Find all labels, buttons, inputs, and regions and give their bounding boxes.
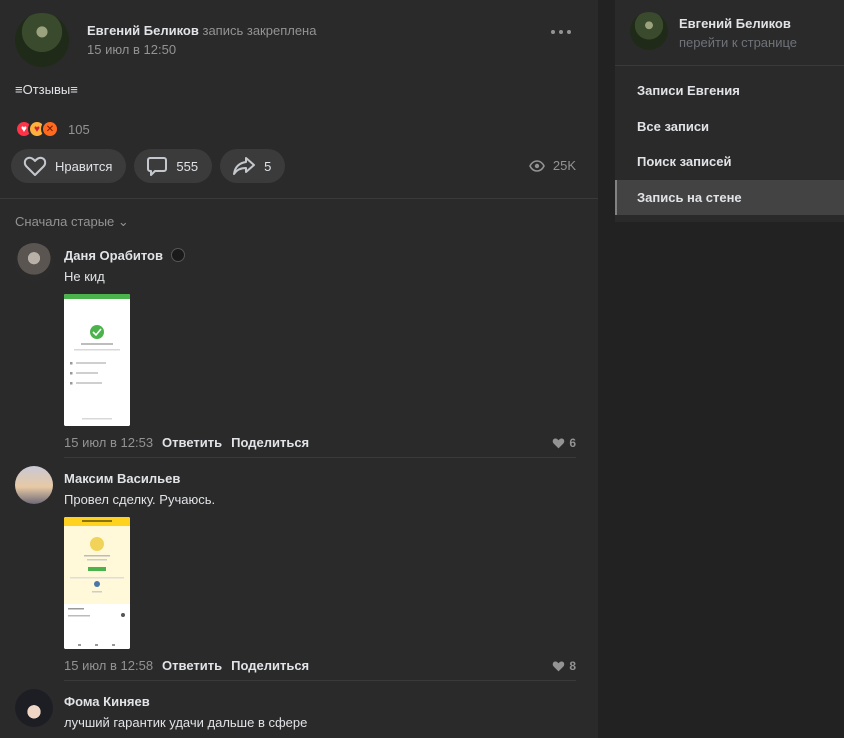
post-header: Евгений Беликов запись закреплена 15 июл…	[15, 13, 583, 69]
heart-icon	[23, 156, 47, 176]
commenter-name[interactable]: Фома Киняев	[64, 694, 150, 709]
comments-count: 555	[176, 158, 199, 174]
comments-button[interactable]: 555	[134, 149, 213, 183]
share-icon	[233, 157, 256, 175]
sidebar-item-search-posts[interactable]: Поиск записей	[615, 144, 844, 179]
chevron-down-icon: ⌄	[117, 214, 129, 229]
comment-attachment-image[interactable]	[64, 294, 130, 426]
payment-screenshot	[64, 294, 130, 426]
comment-date[interactable]: 15 июл в 12:58	[64, 658, 153, 673]
heart-icon	[553, 661, 565, 672]
comment-separator	[64, 457, 576, 458]
comment-text: Не кид	[64, 269, 105, 284]
reply-button[interactable]: Ответить	[162, 658, 222, 673]
views-counter: 25K	[528, 158, 576, 173]
angry-reaction-icon: ✕	[41, 120, 59, 138]
share-comment-button[interactable]: Поделиться	[231, 658, 309, 673]
author-line: Евгений Беликов запись закреплена	[87, 23, 316, 38]
reply-button[interactable]: Ответить	[162, 435, 222, 450]
commenter-avatar[interactable]	[15, 689, 53, 727]
comment-meta: 15 июл в 12:53 Ответить Поделиться	[64, 435, 309, 450]
comment-like-button[interactable]: 8	[552, 659, 576, 673]
post-text: ≡Отзывы≡	[15, 82, 78, 97]
views-count: 25K	[552, 158, 576, 173]
share-comment-button[interactable]: Поделиться	[231, 435, 309, 450]
bomb-emoji-icon	[170, 248, 185, 262]
sidebar-author-name: Евгений Беликов	[679, 16, 791, 31]
comment-icon	[147, 157, 168, 176]
commenter-name[interactable]: Максим Васильев	[64, 471, 180, 486]
author-avatar[interactable]	[15, 13, 69, 67]
commenter-avatar[interactable]	[15, 466, 53, 504]
comment-like-button[interactable]: 6	[552, 436, 576, 450]
comment-date[interactable]: 15 июл в 12:53	[64, 435, 153, 450]
go-to-page-link[interactable]: перейти к странице	[679, 35, 797, 50]
comment-separator	[64, 680, 576, 681]
pinned-label: запись закреплена	[202, 23, 317, 38]
post-date[interactable]: 15 июл в 12:50	[87, 42, 176, 57]
like-label: Нравится	[55, 158, 113, 174]
sort-label: Сначала старые	[15, 214, 115, 229]
shares-count: 5	[264, 158, 272, 174]
sort-comments-dropdown[interactable]: Сначала старые ⌄	[15, 214, 129, 230]
comment-item: Фома Киняев лучший гарантик удачи дальше…	[15, 689, 576, 738]
sidebar-item-all-posts[interactable]: Все записи	[615, 109, 844, 144]
reactions-count: 105	[68, 121, 90, 137]
comment-meta: 15 июл в 12:58 Ответить Поделиться	[64, 658, 309, 673]
comment-text: лучший гарантик удачи дальше в сфере	[64, 715, 308, 730]
heart-icon	[553, 438, 565, 449]
comment-attachment-image[interactable]	[64, 517, 130, 649]
author-name[interactable]: Евгений Беликов	[87, 23, 199, 38]
comment-item: Даня Орабитов Не кид 15 июл в 12:53 Отве…	[15, 243, 576, 458]
eye-icon	[528, 159, 545, 172]
wall-post: Евгений Беликов запись закреплена 15 июл…	[0, 0, 598, 738]
comment-likes-count: 6	[569, 436, 576, 450]
like-button[interactable]: Нравится	[11, 149, 127, 183]
share-button[interactable]: 5	[220, 149, 286, 183]
more-options-icon[interactable]	[551, 23, 571, 41]
commenter-name-text[interactable]: Даня Орабитов	[64, 248, 163, 263]
commenter-name: Даня Орабитов	[64, 248, 185, 263]
comment-text: Провел сделку. Ручаюсь.	[64, 492, 216, 507]
comment-item: Максим Васильев Провел сделку. Ручаюсь.	[15, 466, 576, 681]
divider	[0, 198, 598, 199]
sidebar-item-user-posts[interactable]: Записи Евгения	[615, 73, 844, 108]
author-page-link[interactable]: Евгений Беликов перейти к странице	[615, 0, 844, 66]
commenter-avatar[interactable]	[15, 243, 53, 281]
author-avatar[interactable]	[630, 12, 668, 50]
sidebar-item-wall-post[interactable]: Запись на стене	[615, 180, 844, 215]
comment-likes-count: 8	[569, 659, 576, 673]
post-sidebar: Евгений Беликов перейти к странице Запис…	[615, 0, 844, 222]
post-actions: Нравится 555 5	[11, 149, 293, 183]
payment-screenshot	[64, 517, 130, 649]
reactions-summary[interactable]: ♥ ♥ ✕ 105	[15, 119, 90, 139]
